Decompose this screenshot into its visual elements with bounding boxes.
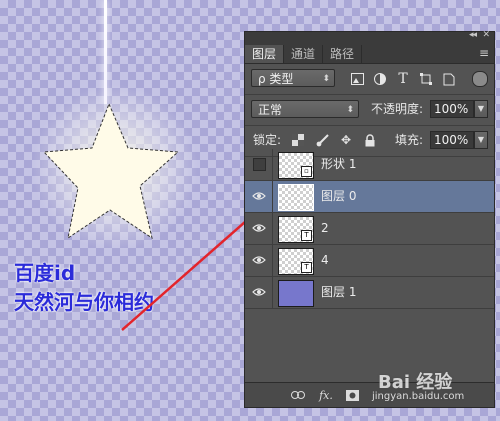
panel-tabbar: 图层 通道 路径 ≡ [245,43,494,64]
filter-row: ρ 类型 ⬍ T [245,64,494,95]
opacity-dropdown-icon[interactable]: ▼ [474,100,488,118]
layer-row-layer0[interactable]: 图层 0 [245,181,494,213]
layer-thumbnail: T [278,216,314,243]
layer-row-4[interactable]: T 4 [245,245,494,277]
blend-mode-dropdown[interactable]: 正常 ⬍ [251,100,359,118]
fill-label: 填充: [395,133,424,147]
chevron-down-icon: ⬍ [346,105,354,115]
layers-panel: ◂◂ ✕ 图层 通道 路径 ≡ ρ 类型 ⬍ T 正常 ⬍ 不透明度: 100%… [244,30,495,408]
fill-input[interactable]: 100% [430,131,474,149]
chevron-down-icon: ⬍ [322,74,330,84]
lock-move-icon[interactable]: ✥ [339,133,353,147]
eye-icon[interactable] [252,221,266,235]
filter-smartobject-icon[interactable] [441,71,457,87]
eye-icon[interactable] [252,189,266,203]
layer-thumbnail [278,280,314,307]
baidu-jingyan-watermark: Bai 经验 jingyan.baidu.com [368,368,488,408]
layer-name[interactable]: 图层 1 [321,283,356,301]
layer-name[interactable]: 形状 1 [321,155,356,173]
filter-shape-icon[interactable] [418,71,434,87]
lock-transparent-icon[interactable] [291,133,305,147]
eye-icon[interactable] [252,253,266,267]
tab-paths[interactable]: 路径 [323,45,363,63]
lock-paint-brush-icon[interactable] [315,133,329,147]
layers-list: ▫ 形状 1 图层 0 T 2 T 4 图层 1 [245,149,494,309]
filter-kind-dropdown[interactable]: ρ 类型 ⬍ [251,69,335,87]
blend-row: 正常 ⬍ 不透明度: 100% ▼ [245,95,494,126]
mask-icon[interactable] [345,388,359,402]
shape-badge-icon: ▫ [301,166,312,177]
panel-menu-icon[interactable]: ≡ [479,46,489,60]
collapse-icon[interactable]: ◂◂ [469,30,477,40]
panel-titlebar[interactable]: ◂◂ ✕ [245,30,494,43]
filter-kind-label: ρ 类型 [258,72,294,86]
layer-thumbnail [278,184,314,211]
link-icon[interactable] [291,388,305,402]
layer-thumbnail: ▫ [278,152,314,179]
layer-name[interactable]: 2 [321,219,329,237]
lock-label: 锁定: [253,133,282,147]
tab-channels[interactable]: 通道 [284,45,324,63]
layer-name[interactable]: 图层 0 [321,187,356,205]
eye-icon[interactable] [252,285,266,299]
filter-toggle[interactable] [472,71,488,87]
watermark-url: jingyan.baidu.com [372,391,465,402]
layer-row-2[interactable]: T 2 [245,213,494,245]
layer-thumbnail: T [278,248,314,275]
layer-row-layer1[interactable]: 图层 1 [245,277,494,309]
layer-name[interactable]: 4 [321,251,329,269]
lock-icons: ✥ [291,133,377,147]
filter-pixel-icon[interactable] [349,71,365,87]
close-icon[interactable]: ✕ [482,30,490,40]
text-badge-icon: T [301,230,312,241]
lock-all-icon[interactable] [363,133,377,147]
opacity-input[interactable]: 100% [430,100,474,118]
fx-icon[interactable]: fx. [319,388,333,402]
layer-row-shape1[interactable]: ▫ 形状 1 [245,149,494,181]
tab-layers[interactable]: 图层 [245,45,285,63]
opacity-label: 不透明度: [371,102,424,116]
filter-type-icon[interactable]: T [395,71,411,87]
filter-icons: T [349,71,457,87]
fill-dropdown-icon[interactable]: ▼ [474,131,488,149]
filter-adjustment-icon[interactable] [372,71,388,87]
blend-mode-value: 正常 [258,103,283,117]
visibility-empty-box[interactable] [252,157,266,171]
text-badge-icon: T [301,262,312,273]
